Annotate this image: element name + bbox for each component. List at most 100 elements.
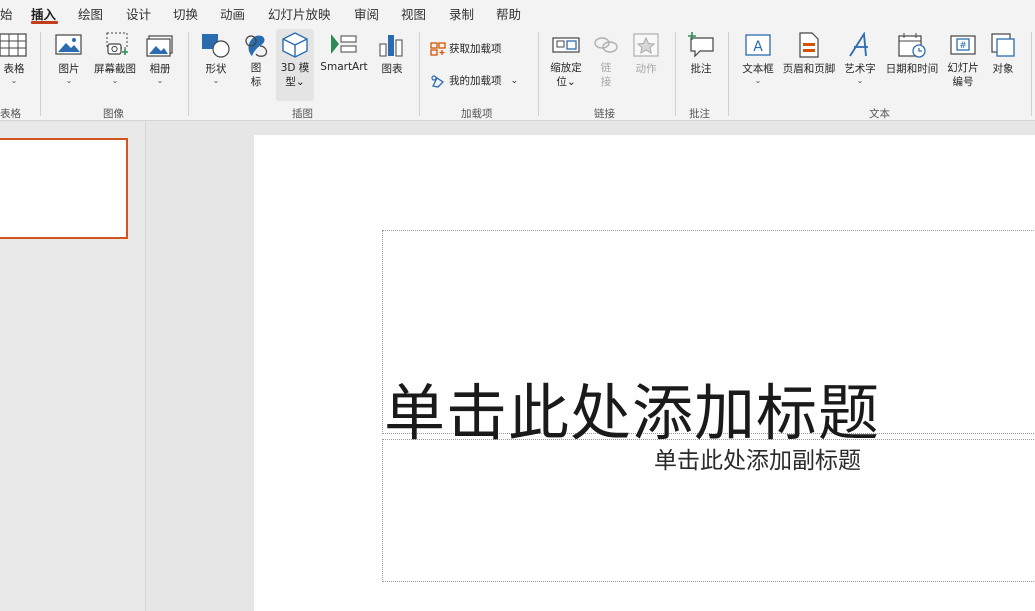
shapes-icon	[202, 34, 230, 58]
group-divider	[538, 32, 539, 116]
svg-text:A: A	[753, 39, 763, 55]
link-label-line2: 接	[600, 76, 612, 88]
table-icon	[0, 33, 27, 57]
group-divider	[419, 32, 420, 116]
wordart-button[interactable]: 艺术字 ⌄	[841, 32, 879, 86]
photo-album-icon	[146, 35, 173, 57]
smartart-button[interactable]: SmartArt	[318, 32, 370, 73]
date-time-button[interactable]: 日期和时间	[882, 32, 942, 76]
pictures-button[interactable]: 图片 ⌄	[54, 32, 84, 86]
slide-number-label-line1: 幻灯片	[947, 62, 979, 74]
group-divider	[188, 32, 189, 116]
smartart-label: SmartArt	[320, 61, 368, 73]
comment-button[interactable]: 批注	[686, 32, 716, 76]
table-button[interactable]: 表格 ⌄	[0, 32, 28, 86]
icons-icon	[245, 35, 268, 57]
slide-thumbnail-selected[interactable]	[0, 138, 128, 239]
tab-view[interactable]: 视图	[401, 4, 426, 23]
object-label: 对象	[992, 63, 1014, 75]
store-icon	[430, 41, 446, 56]
icons-label-line2: 标	[250, 76, 262, 88]
group-divider	[1031, 32, 1032, 116]
header-footer-button[interactable]: 页眉和页脚	[780, 32, 838, 76]
picture-icon	[55, 34, 82, 55]
icons-label-line1: 图	[250, 62, 262, 74]
group-label-addins: 加载项	[461, 108, 493, 120]
header-footer-icon	[799, 32, 819, 58]
slide-thumbnail-pane[interactable]	[0, 122, 146, 611]
tab-design[interactable]: 设计	[126, 4, 151, 23]
calendar-icon	[898, 33, 926, 58]
ribbon-tab-bar: 始 插入 绘图 设计 切换 动画 幻灯片放映 审阅 视图 录制 帮助	[0, 0, 1035, 26]
bar-chart-icon	[379, 35, 403, 57]
group-divider	[675, 32, 676, 116]
zoom-label-line1: 缩放定	[550, 62, 582, 74]
screenshot-label: 屏幕截图	[94, 63, 136, 75]
chevron-down-icon: ⌄	[856, 76, 864, 85]
star-action-icon	[633, 33, 659, 57]
3d-models-label-line1: 3D 模	[280, 62, 310, 74]
chevron-down-icon: ⌄	[65, 76, 73, 85]
group-divider	[40, 32, 41, 116]
my-addins-label: 我的加载项	[449, 75, 502, 87]
photo-album-button[interactable]: 相册 ⌄	[146, 32, 174, 86]
title-placeholder-text[interactable]: 单击此处添加标题	[384, 363, 880, 452]
slide-number-button[interactable]: # 幻灯片 编号	[944, 32, 982, 89]
3d-models-label-text: 型	[285, 76, 296, 88]
object-icon	[991, 33, 1015, 57]
tab-review[interactable]: 审阅	[354, 4, 379, 23]
wordart-icon	[849, 32, 868, 57]
object-button[interactable]: 对象	[988, 32, 1018, 76]
slide-number-icon: #	[950, 35, 976, 55]
tab-draw[interactable]: 绘图	[78, 4, 103, 23]
smartart-icon	[331, 34, 357, 54]
header-footer-label: 页眉和页脚	[782, 63, 836, 75]
slide-editor-area: 单击此处添加标题 单击此处添加副标题	[147, 122, 1035, 611]
chevron-down-icon: ⌄	[156, 76, 164, 85]
tab-animations[interactable]: 动画	[220, 4, 245, 23]
date-time-label: 日期和时间	[885, 63, 939, 75]
link-icon	[594, 37, 618, 53]
zoom-icon	[552, 37, 580, 53]
pictures-label: 图片	[58, 63, 80, 75]
get-addins-label: 获取加载项	[449, 43, 502, 55]
tab-slideshow[interactable]: 幻灯片放映	[268, 4, 331, 23]
shapes-label: 形状	[205, 63, 227, 75]
screenshot-button[interactable]: 屏幕截图 ⌄	[90, 32, 140, 86]
slide-canvas[interactable]: 单击此处添加标题 单击此处添加副标题	[254, 135, 1035, 611]
group-label-links: 链接	[594, 108, 615, 120]
group-label-text: 文本	[869, 108, 890, 120]
zoom-label-text: 位	[556, 76, 567, 88]
chevron-down-icon: ⌄	[566, 76, 576, 88]
textbox-label: 文本框	[742, 63, 774, 75]
shapes-button[interactable]: 形状 ⌄	[201, 32, 231, 86]
my-addins-button[interactable]: 我的加载项 ⌄	[430, 73, 518, 88]
tab-help[interactable]: 帮助	[496, 4, 521, 23]
group-divider	[728, 32, 729, 116]
active-tab-indicator	[31, 21, 58, 24]
chevron-down-icon: ⌄	[510, 75, 519, 86]
zoom-button[interactable]: 缩放定 位⌄	[546, 32, 586, 89]
tab-record[interactable]: 录制	[449, 4, 474, 23]
icons-button[interactable]: 图 标	[242, 32, 270, 89]
group-label-comments: 批注	[689, 108, 710, 120]
comment-icon	[688, 32, 714, 58]
chart-label: 图表	[381, 63, 403, 75]
chevron-down-icon: ⌄	[212, 76, 220, 85]
tab-home[interactable]: 始	[0, 4, 13, 23]
cube-icon	[282, 32, 308, 58]
svg-text:#: #	[959, 41, 967, 51]
get-addins-button[interactable]: 获取加载项	[430, 41, 502, 56]
action-label: 动作	[635, 63, 657, 75]
action-button[interactable]: 动作	[630, 32, 662, 76]
3d-models-button[interactable]: 3D 模 型⌄	[276, 29, 314, 101]
link-button[interactable]: 链 接	[592, 32, 620, 89]
link-label-line1: 链	[600, 62, 612, 74]
chart-button[interactable]: 图表	[378, 32, 406, 76]
textbox-button[interactable]: A 文本框 ⌄	[738, 32, 778, 86]
tab-transitions[interactable]: 切换	[173, 4, 198, 23]
ribbon: 表格 ⌄ 表格 图片 ⌄ 屏幕截图 ⌄ 相册 ⌄ 图像 形状 ⌄ 图 标 3D …	[0, 26, 1035, 121]
group-label-illustrations: 插图	[292, 108, 313, 120]
group-label-table: 表格	[0, 108, 21, 120]
subtitle-placeholder-text[interactable]: 单击此处添加副标题	[654, 441, 861, 475]
